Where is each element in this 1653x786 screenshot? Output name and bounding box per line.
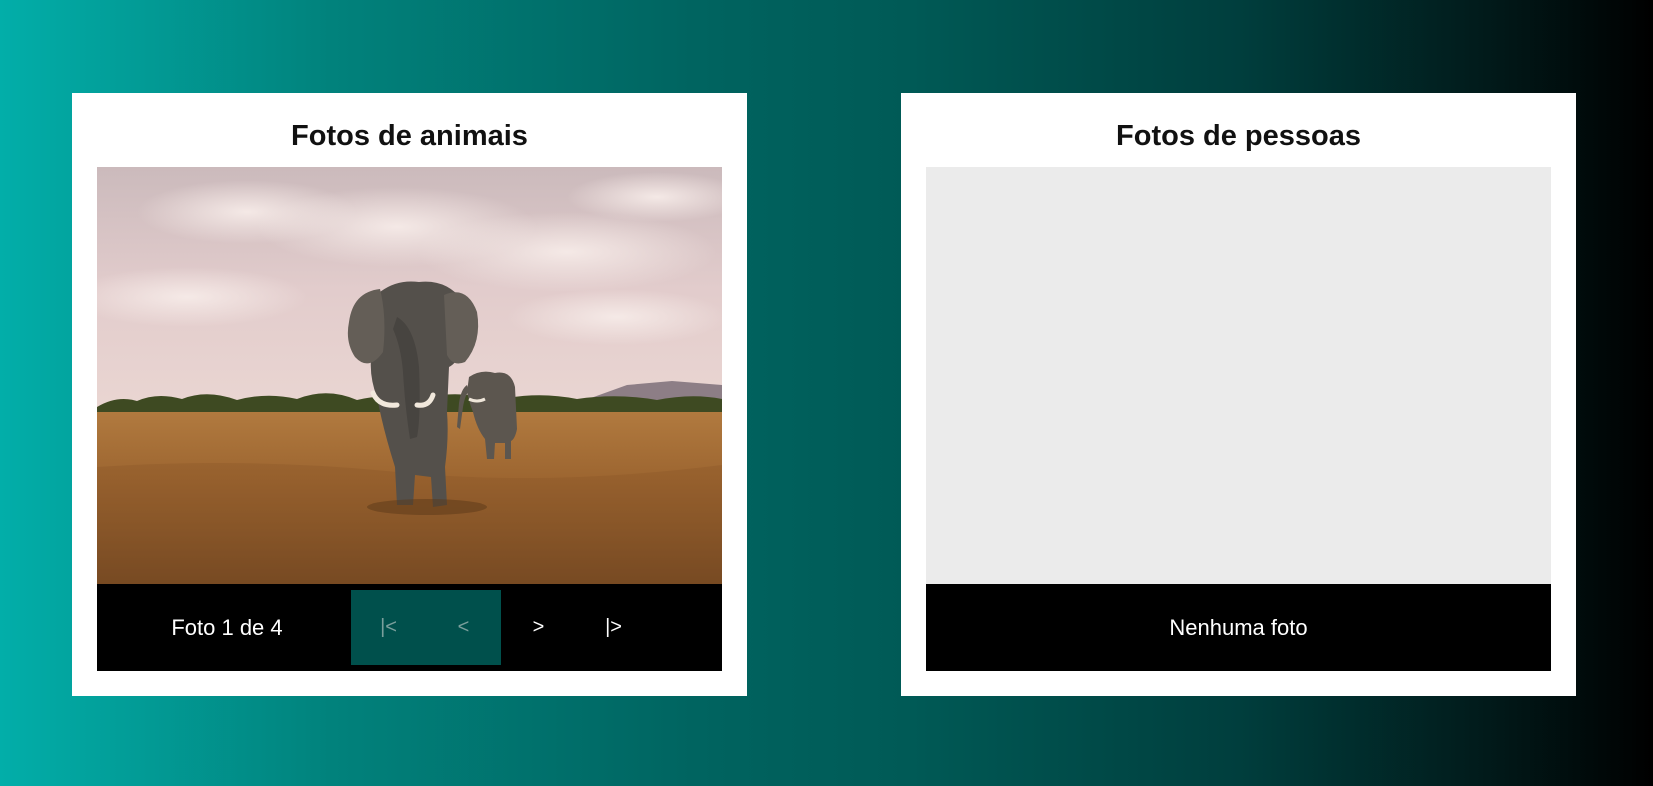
empty-gallery-message: Nenhuma foto [1169, 615, 1308, 640]
previous-photo-button[interactable]: < [426, 590, 501, 665]
gallery-footer: Nenhuma foto [926, 584, 1551, 671]
first-photo-button[interactable]: |< [351, 590, 426, 665]
photo-counter: Foto 1 de 4 [171, 615, 283, 640]
gallery-title: Fotos de animais [291, 120, 528, 152]
gallery-photo [97, 167, 722, 584]
next-photo-button[interactable]: > [501, 590, 576, 665]
gallery-card-people: Fotos de pessoas Nenhuma foto [901, 93, 1576, 696]
elephants-photo-image [97, 167, 722, 584]
last-photo-button[interactable]: |> [576, 590, 651, 665]
gallery-footer: Foto 1 de 4 |< < > |> [97, 584, 722, 671]
gallery-card-animals: Fotos de animais Foto 1 de 4 |< < > |> [72, 93, 747, 696]
gallery-photo-placeholder [926, 167, 1551, 584]
gallery-title: Fotos de pessoas [1116, 120, 1361, 152]
